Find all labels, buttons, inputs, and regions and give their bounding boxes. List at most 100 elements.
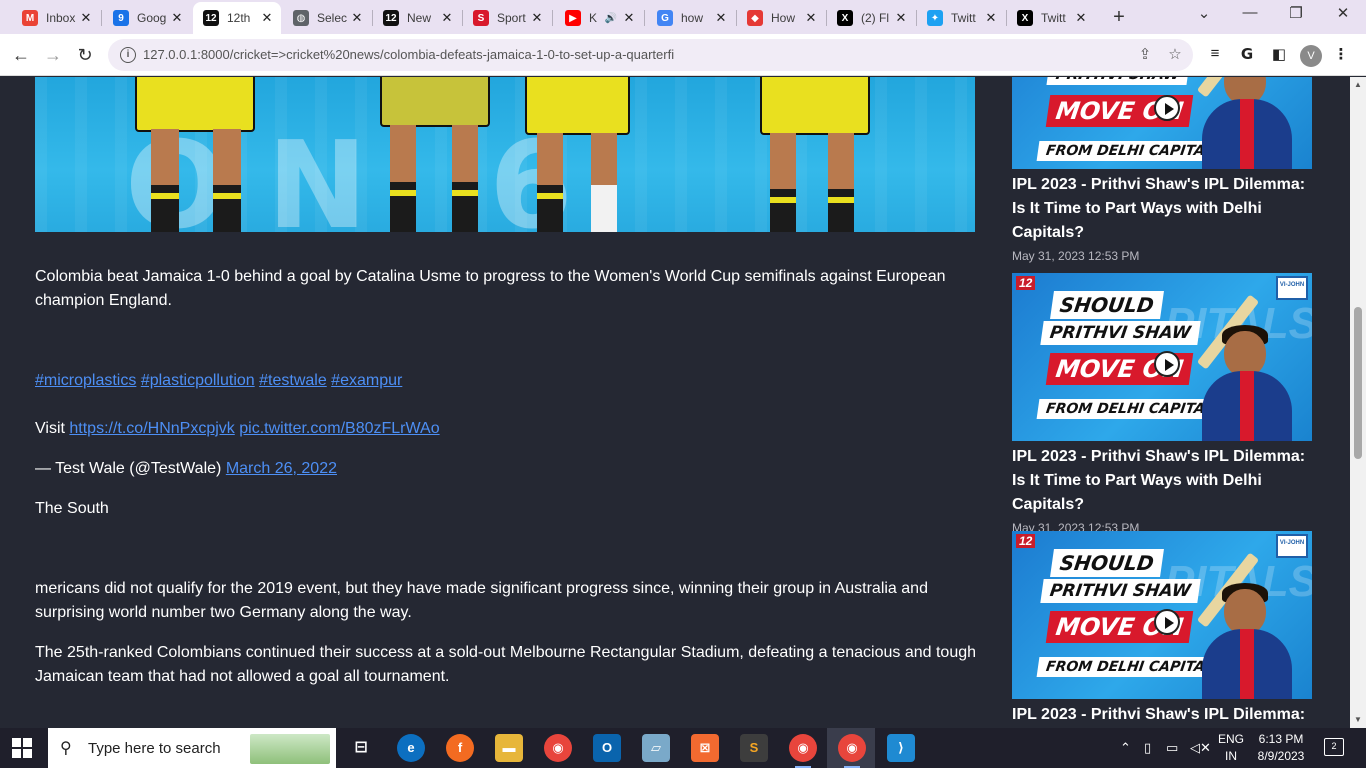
tab-title[interactable]: Sport <box>497 11 529 25</box>
restore-button[interactable]: ❐ <box>1286 4 1306 22</box>
related-article-thumbnail[interactable]: PITALS PRITHVI SHAW MOVE ON FROM DELHI C… <box>1012 77 1312 169</box>
browser-tab[interactable]: M Inbox ✕ <box>12 4 100 32</box>
related-article-thumbnail[interactable]: PITALS 12 VI-JOHN SHOULD PRITHVI SHAW MO… <box>1012 273 1312 441</box>
show-hidden-icons-icon[interactable]: ⌃ <box>1120 740 1131 756</box>
search-placeholder[interactable]: Type here to search <box>88 740 221 757</box>
task-view-icon[interactable]: ⊟ <box>347 734 375 762</box>
related-article-title[interactable]: IPL 2023 - Prithvi Shaw's IPL Dilemma: I… <box>1012 445 1312 517</box>
related-article-card[interactable]: PITALS 12 VI-JOHN SHOULD PRITHVI SHAW MO… <box>1012 531 1312 728</box>
scroll-up-arrow[interactable]: ▲ <box>1350 80 1366 89</box>
browser-tab[interactable]: X Twitt ✕ <box>1007 4 1095 32</box>
hashtag-link[interactable]: #microplastics <box>35 372 136 389</box>
close-tab-icon[interactable]: ✕ <box>78 10 94 26</box>
close-tab-icon[interactable]: ✕ <box>169 10 185 26</box>
minimize-button[interactable]: — <box>1240 4 1260 21</box>
browser-tab[interactable]: ▶ K 🔊 ✕ <box>555 4 643 32</box>
reading-list-icon[interactable]: ≡ <box>1204 45 1226 62</box>
browser-tab[interactable]: 9 Goog ✕ <box>103 4 191 32</box>
page-scrollbar[interactable]: ▲ ▼ <box>1350 77 1366 728</box>
tab-title[interactable]: 12th <box>227 11 259 25</box>
tab-title[interactable]: Selec <box>317 11 349 25</box>
hashtag-link[interactable]: #testwale <box>259 372 327 389</box>
tab-title[interactable]: Goog <box>137 11 169 25</box>
chrome-icon[interactable]: ◉ <box>544 734 572 762</box>
volume-muted-icon[interactable]: ◁✕ <box>1190 740 1211 756</box>
tab-title[interactable]: How <box>771 11 803 25</box>
browser-tab[interactable]: ✦ Twitt ✕ <box>917 4 1005 32</box>
new-tab-button[interactable]: + <box>1108 6 1130 29</box>
chrome-profile-icon[interactable]: ◉ <box>789 734 817 768</box>
bookmark-star-icon[interactable]: ☆ <box>1165 45 1185 63</box>
tab-title[interactable]: Twitt <box>1041 11 1073 25</box>
tweet-date-link[interactable]: March 26, 2022 <box>226 460 337 477</box>
tab-title[interactable]: Twitt <box>951 11 983 25</box>
notes-icon[interactable]: ▱ <box>642 734 670 762</box>
close-tab-icon[interactable]: ✕ <box>259 10 275 26</box>
close-tab-icon[interactable]: ✕ <box>893 10 909 26</box>
taskbar-search-box[interactable]: ⚲ Type here to search <box>48 728 336 768</box>
related-article-card[interactable]: PITALS PRITHVI SHAW MOVE ON FROM DELHI C… <box>1012 77 1312 263</box>
tweet-short-link[interactable]: https://t.co/HNnPxcpjvk <box>69 420 234 437</box>
vscode-icon[interactable]: ⟩ <box>887 734 915 762</box>
hashtag-link[interactable]: #plasticpollution <box>141 372 255 389</box>
close-tab-icon[interactable]: ✕ <box>983 10 999 26</box>
browser-tab[interactable]: 12 New ✕ <box>373 4 461 32</box>
close-tab-icon[interactable]: ✕ <box>1073 10 1089 26</box>
close-tab-icon[interactable]: ✕ <box>529 10 545 26</box>
close-tab-icon[interactable]: ✕ <box>713 10 729 26</box>
notification-center-icon[interactable]: 2 <box>1324 738 1344 756</box>
tab-title[interactable]: Inbox <box>46 11 78 25</box>
profile-avatar[interactable]: V <box>1300 45 1322 67</box>
network-icon[interactable]: ▭ <box>1166 740 1178 756</box>
hashtag-link[interactable]: #exampur <box>331 372 402 389</box>
tab-title[interactable]: K <box>589 11 605 25</box>
close-tab-icon[interactable]: ✕ <box>349 10 365 26</box>
file-explorer-icon[interactable]: ▬ <box>495 734 523 762</box>
side-panel-icon[interactable]: ◧ <box>1268 45 1290 63</box>
close-tab-icon[interactable]: ✕ <box>621 10 637 26</box>
browser-tab[interactable]: 12 12th ✕ <box>193 2 281 34</box>
share-icon[interactable]: ⇪ <box>1135 45 1155 63</box>
close-window-button[interactable]: ✕ <box>1333 4 1353 22</box>
tab-search-icon[interactable]: ⌄ <box>1194 4 1214 22</box>
tab-title[interactable]: how <box>681 11 713 25</box>
grammarly-icon[interactable]: G <box>1236 45 1258 63</box>
windows-start-button[interactable] <box>12 738 32 758</box>
sponsor-logo: VI-JOHN <box>1276 534 1308 558</box>
scrollbar-thumb[interactable] <box>1354 307 1362 459</box>
outlook-icon[interactable]: O <box>593 734 621 762</box>
related-article-title[interactable]: IPL 2023 - Prithvi Shaw's IPL Dilemma: I… <box>1012 173 1312 245</box>
reload-button[interactable]: ↻ <box>74 44 96 66</box>
site-info-icon[interactable]: i <box>120 47 136 63</box>
related-article-card[interactable]: PITALS 12 VI-JOHN SHOULD PRITHVI SHAW MO… <box>1012 273 1312 535</box>
close-tab-icon[interactable]: ✕ <box>803 10 819 26</box>
browser-tab[interactable]: X (2) Fl ✕ <box>827 4 915 32</box>
tab-title[interactable]: (2) Fl <box>861 11 893 25</box>
related-article-title[interactable]: IPL 2023 - Prithvi Shaw's IPL Dilemma: I… <box>1012 703 1312 728</box>
edge-icon[interactable]: e <box>397 734 425 762</box>
menu-icon[interactable]: ⋮ <box>1330 45 1352 63</box>
browser-tab[interactable]: Ghow ✕ <box>647 4 735 32</box>
xampp-icon[interactable]: ⊠ <box>691 734 719 762</box>
scroll-down-arrow[interactable]: ▼ <box>1350 715 1366 724</box>
tab-title[interactable]: New <box>407 11 439 25</box>
browser-tab[interactable]: S Sport ✕ <box>463 4 551 32</box>
browser-tab[interactable]: ◆ How ✕ <box>737 4 825 32</box>
chrome-active-icon[interactable]: ◉ <box>838 734 866 768</box>
related-article-thumbnail[interactable]: PITALS 12 VI-JOHN SHOULD PRITHVI SHAW MO… <box>1012 531 1312 699</box>
url-text[interactable]: 127.0.0.1:8000/cricket=>cricket%20news/c… <box>143 47 674 62</box>
firefox-icon[interactable]: f <box>446 734 474 762</box>
tweet-pic-link[interactable]: pic.twitter.com/B80zFLrWAo <box>239 420 439 437</box>
browser-tab[interactable]: ◍ Selec ✕ <box>283 4 371 32</box>
play-icon <box>1154 95 1180 121</box>
sublime-text-icon[interactable]: S <box>740 734 768 762</box>
address-bar[interactable]: i 127.0.0.1:8000/cricket=>cricket%20news… <box>108 39 1193 71</box>
tab-strip: M Inbox ✕ 9 Goog ✕ 12 12th ✕ ◍ Selec ✕ 12 New ✕ S Sport ✕… <box>0 0 1366 34</box>
tab-audio-icon[interactable]: 🔊 <box>605 13 617 24</box>
back-button[interactable]: ← <box>10 44 32 66</box>
forward-button[interactable]: → <box>42 44 64 66</box>
input-language[interactable]: ENG IN <box>1214 731 1248 765</box>
taskbar-clock[interactable]: 6:13 PM 8/9/2023 <box>1248 731 1314 765</box>
meet-now-icon[interactable]: ▯ <box>1144 740 1151 756</box>
close-tab-icon[interactable]: ✕ <box>439 10 455 26</box>
